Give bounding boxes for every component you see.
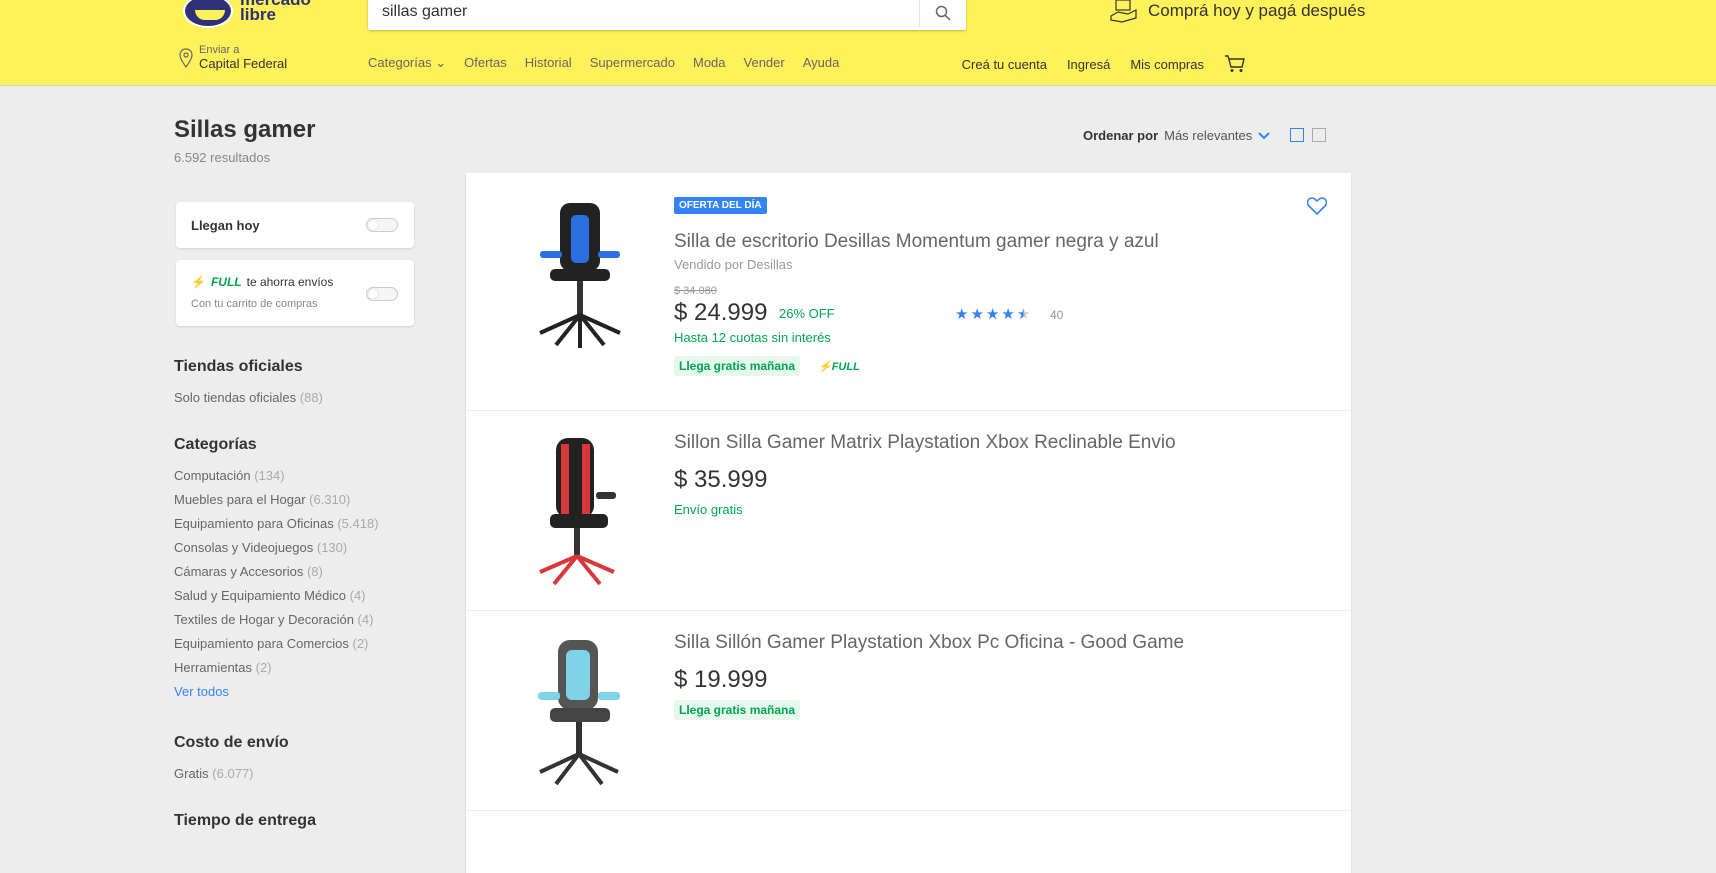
promo-text: Comprá hoy y pagá después	[1148, 1, 1366, 20]
sort-label: Ordenar por	[1083, 128, 1159, 143]
heart-icon[interactable]	[1307, 197, 1327, 215]
full-subtext: Con tu carrito de compras	[191, 298, 318, 310]
category-item[interactable]: Cámaras y Accesorios (8)	[174, 564, 379, 588]
category-item[interactable]: Muebles para el Hogar (6.310)	[174, 492, 379, 516]
category-item[interactable]: Textiles de Hogar y Decoración (4)	[174, 612, 379, 636]
arrive-today-toggle[interactable]	[366, 218, 398, 232]
shipping-tag: Llega gratis mañana	[674, 700, 801, 720]
product-image[interactable]	[516, 193, 636, 353]
nav-history[interactable]: Historial	[525, 55, 572, 71]
product-seller: Vendido por Desillas	[674, 257, 793, 272]
free-shipping-filter[interactable]: Gratis (6.077)	[174, 766, 254, 790]
category-item[interactable]: Herramientas (2)	[174, 660, 379, 684]
nav-sell[interactable]: Vender	[744, 55, 785, 71]
header: mercado libre Comprá hoy y pagá después …	[0, 0, 1716, 85]
categories-heading: Categorías	[174, 436, 257, 453]
product-card[interactable]: Silla Sillón Gamer Playstation Xbox Pc O…	[466, 610, 1351, 811]
mercadolibre-logo[interactable]: mercado libre	[183, 0, 333, 32]
main-nav: Categorías ⌄ Ofertas Historial Supermerc…	[368, 55, 839, 71]
deal-of-day-badge: OFERTA DEL DÍA	[674, 197, 767, 214]
search-bar	[368, 0, 966, 30]
list-view-icon[interactable]	[1290, 128, 1304, 142]
category-item[interactable]: Computación (134)	[174, 468, 379, 492]
full-text: te ahorra envíos	[246, 275, 334, 289]
product-installments: Hasta 12 cuotas sin interés	[674, 330, 831, 345]
star-icon: ★	[1001, 306, 1015, 323]
hand-money-icon	[1110, 0, 1137, 23]
review-count: 40	[1050, 308, 1064, 322]
search-input[interactable]	[382, 0, 922, 26]
product-price: $ 35.999	[674, 466, 768, 493]
results-count: 6.592 resultados	[174, 150, 271, 165]
create-account-link[interactable]: Creá tu cuenta	[962, 57, 1047, 72]
filter-full[interactable]: ⚡ FULL te ahorra envíos Con tu carrito d…	[176, 260, 414, 326]
product-image[interactable]	[516, 432, 636, 592]
category-item[interactable]: Equipamiento para Comercios (2)	[174, 636, 379, 660]
lightning-icon: ⚡	[191, 275, 206, 289]
product-title[interactable]: Silla de escritorio Desillas Momentum ga…	[674, 231, 1159, 253]
page-title: Sillas gamer	[174, 116, 316, 143]
product-old-price: $ 34.080	[674, 285, 717, 297]
product-title[interactable]: Silla Sillón Gamer Playstation Xbox Pc O…	[674, 632, 1184, 654]
category-item[interactable]: Consolas y Videojuegos (130)	[174, 540, 379, 564]
star-icon: ★	[955, 306, 969, 323]
product-title[interactable]: Sillon Silla Gamer Matrix Playstation Xb…	[674, 432, 1176, 454]
chevron-down-icon	[1258, 131, 1270, 139]
see-all-categories-link[interactable]: Ver todos	[174, 684, 379, 708]
shipping-text: Envío gratis	[674, 502, 743, 517]
official-stores-filter[interactable]: Solo tiendas oficiales (88)	[174, 390, 323, 414]
official-stores-list: Solo tiendas oficiales (88)	[174, 390, 323, 414]
star-icon: ★	[985, 306, 1000, 323]
nav-help[interactable]: Ayuda	[803, 55, 840, 71]
my-purchases-link[interactable]: Mis compras	[1130, 57, 1204, 72]
promo-banner[interactable]: Comprá hoy y pagá después	[1110, 0, 1365, 24]
location-label: Enviar a	[199, 44, 240, 56]
location-selector[interactable]: Enviar a Capital Federal	[179, 44, 287, 71]
login-link[interactable]: Ingresá	[1067, 57, 1110, 72]
delivery-time-heading: Tiempo de entrega	[174, 812, 316, 829]
official-stores-heading: Tiendas oficiales	[174, 358, 303, 375]
product-price: $ 24.999	[674, 299, 768, 326]
shipping-cost-heading: Costo de envío	[174, 734, 289, 751]
search-icon	[935, 5, 951, 21]
categories-list: Computación (134) Muebles para el Hogar …	[174, 468, 379, 708]
nav-offers[interactable]: Ofertas	[464, 55, 507, 71]
shipping-cost-list: Gratis (6.077)	[174, 766, 254, 790]
location-value: Capital Federal	[199, 56, 288, 71]
product-discount: 26% OFF	[779, 306, 835, 321]
full-badge: ⚡FULL	[818, 361, 860, 373]
half-star-icon: ★	[1016, 306, 1031, 323]
full-toggle[interactable]	[366, 287, 398, 301]
product-image[interactable]	[516, 632, 636, 792]
nav-fashion[interactable]: Moda	[693, 55, 726, 71]
grid-view-icon[interactable]	[1312, 128, 1326, 142]
sort-dropdown[interactable]: Ordenar por Más relevantes	[1083, 128, 1270, 143]
full-badge: FULL	[210, 275, 242, 289]
results-list: OFERTA DEL DÍA Silla de escritorio Desil…	[466, 173, 1351, 873]
cart-icon[interactable]	[1224, 55, 1246, 73]
product-price: $ 19.999	[674, 666, 768, 693]
shipping-tag: Llega gratis mañana	[674, 356, 801, 376]
rating-stars: ★ ★ ★ ★ ★	[955, 305, 1030, 323]
location-pin-icon	[179, 47, 193, 68]
view-toggle	[1290, 128, 1326, 142]
product-card[interactable]: Sillon Silla Gamer Matrix Playstation Xb…	[466, 410, 1351, 611]
handshake-icon	[183, 0, 233, 28]
arrive-today-label: Llegan hoy	[191, 218, 260, 233]
filter-arrive-today[interactable]: Llegan hoy	[176, 202, 414, 248]
account-nav: Creá tu cuenta Ingresá Mis compras	[962, 55, 1246, 73]
search-button[interactable]	[919, 0, 966, 28]
category-item[interactable]: Equipamiento para Oficinas (5.418)	[174, 516, 379, 540]
nav-categories[interactable]: Categorías ⌄	[368, 55, 446, 71]
category-item[interactable]: Salud y Equipamiento Médico (4)	[174, 588, 379, 612]
logo-text: mercado libre	[240, 0, 311, 24]
star-icon: ★	[970, 306, 984, 323]
product-card[interactable]: OFERTA DEL DÍA Silla de escritorio Desil…	[466, 173, 1351, 411]
nav-supermarket[interactable]: Supermercado	[590, 55, 675, 71]
sort-value: Más relevantes	[1164, 128, 1253, 143]
